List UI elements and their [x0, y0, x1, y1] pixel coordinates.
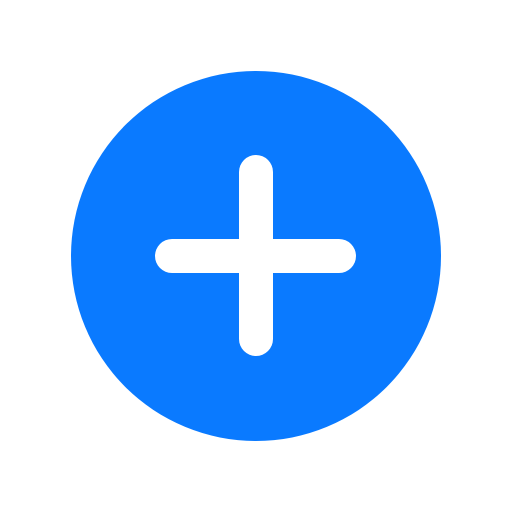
icon-canvas: [0, 0, 512, 512]
add-button[interactable]: [71, 71, 441, 441]
plus-icon: [155, 155, 356, 356]
